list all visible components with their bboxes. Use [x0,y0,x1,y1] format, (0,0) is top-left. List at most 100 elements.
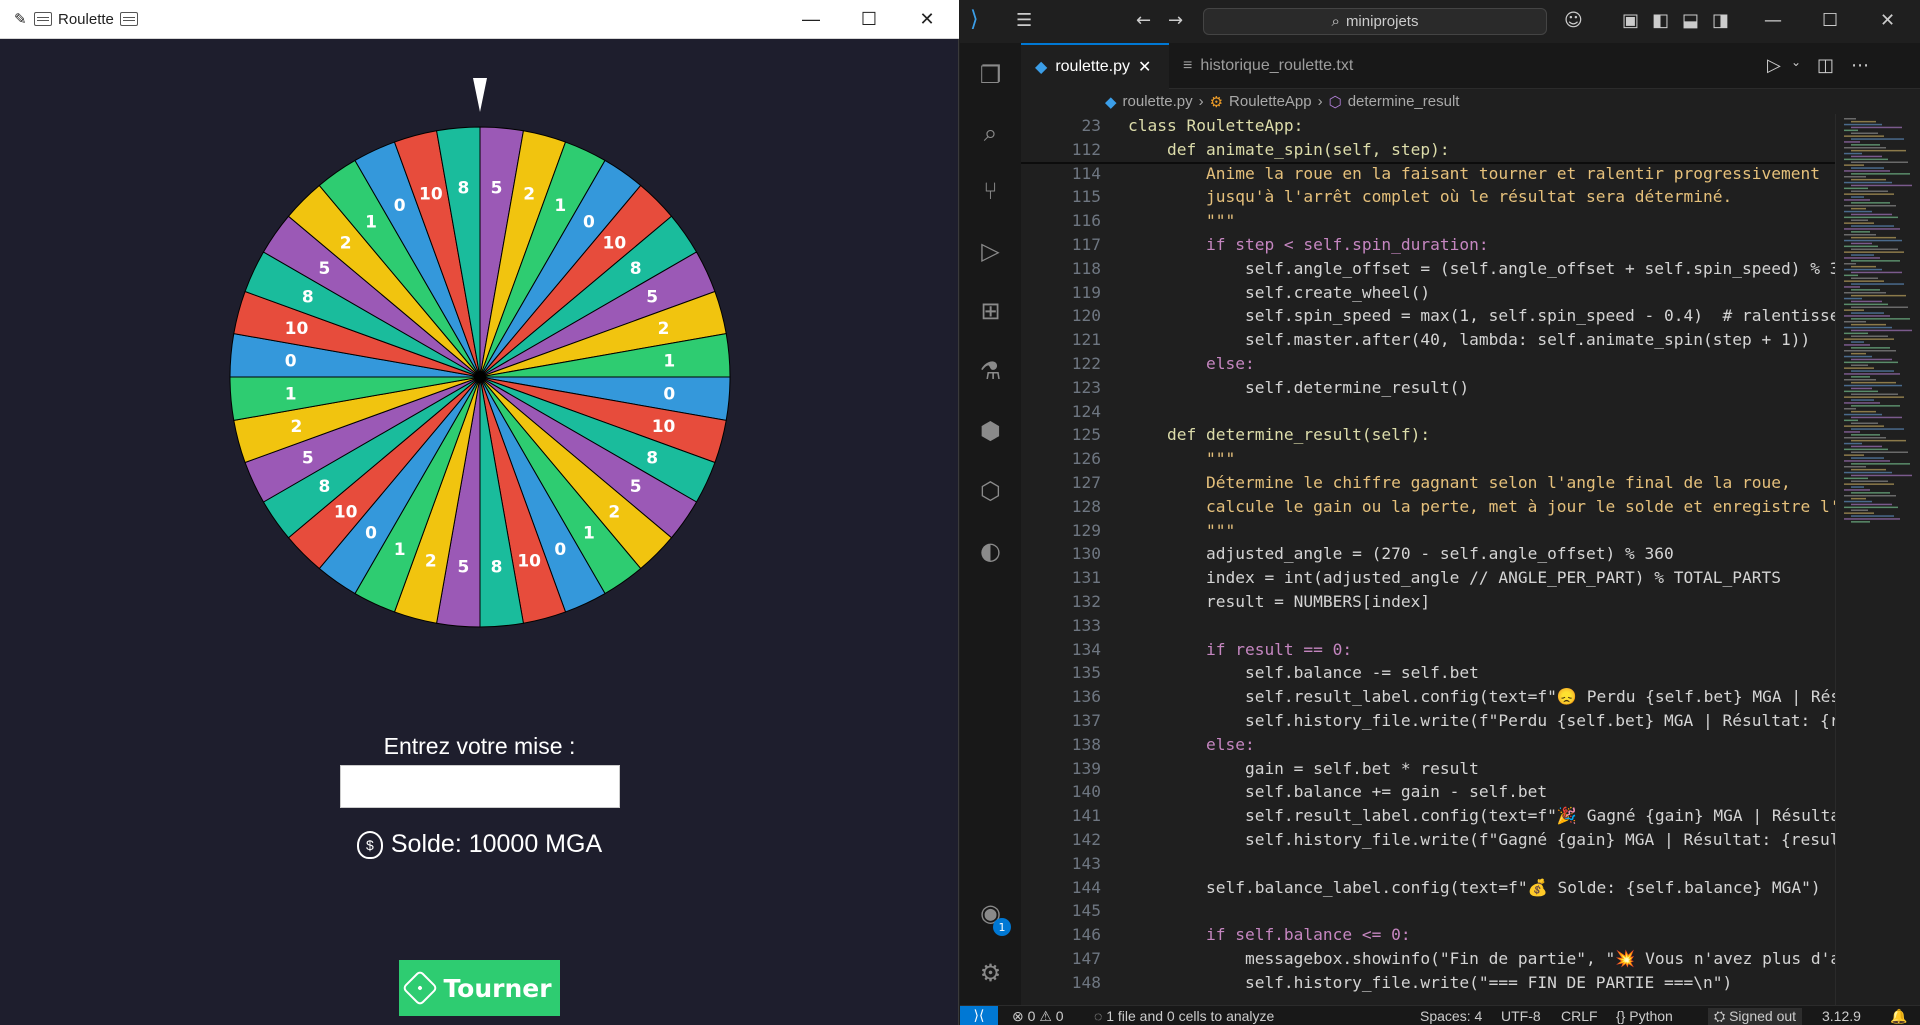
remote-explorer-icon[interactable]: ⬢ [960,406,1021,456]
code-editor[interactable]: 23 class RouletteApp: 112 def animate_spin… [1021,114,1835,1005]
maximize-button[interactable]: ☐ [1822,10,1838,31]
error-icon: ⊗ [1012,1008,1024,1024]
line-number: 148 [1071,972,1101,992]
account-status[interactable]: ⛭ Signed out [1708,1008,1803,1025]
minimap-line [1851,405,1900,407]
minimap-line [1844,170,1890,172]
run-dropdown-icon[interactable]: ⌄ [1791,55,1801,69]
line-number: 147 [1071,949,1101,968]
minimap-line [1844,367,1874,369]
minimap-line [1844,152,1862,155]
breadcrumb-class[interactable]: RouletteApp [1229,93,1312,110]
run-debug-icon[interactable]: ▷ [960,226,1021,276]
toggle-secondary-sidebar-icon[interactable]: ◨ [1712,10,1729,31]
bet-input[interactable] [340,765,620,808]
problems-indicator[interactable]: ⊗ 0 ⚠ 0 [1012,1008,1064,1025]
search-icon[interactable]: ⌕ [960,108,1021,158]
settings-gear-icon[interactable]: ⚙ [960,948,1021,998]
python-version[interactable]: 3.12.9 [1822,1008,1861,1024]
code-line: self.result_label.config(text=f"😞 Perdu … [1128,687,1835,707]
line-number: 127 [1071,473,1101,492]
testing-icon[interactable]: ⚗ [960,346,1021,396]
extensions-icon[interactable]: ⊞ [960,286,1021,336]
line-number: 126 [1071,449,1101,469]
minimap-line [1851,428,1904,430]
minimap-line [1851,173,1910,175]
end-of-line[interactable]: CRLF [1561,1008,1598,1024]
code-line: jusqu'à l'arrêt complet où le résultat s… [1128,187,1733,207]
search-icon: ⌕ [1331,13,1340,30]
code-line: if self.balance <= 0: [1128,925,1411,945]
minimap-line [1844,210,1872,213]
balance-display: $ Solde: 10000 MGA [0,830,959,859]
layout-icon[interactable]: ▣ [1622,10,1639,31]
sticky-scroll-line: def animate_spin(self, step): [1128,139,1450,159]
breadcrumb-file[interactable]: roulette.py [1123,93,1193,110]
minimap-line [1844,344,1870,346]
minimize-button[interactable]: — [782,0,840,39]
edge-devtools-icon[interactable]: ◐ [960,526,1021,576]
minimap-line [1844,495,1896,497]
run-python-icon[interactable]: ▷ [1767,55,1781,76]
code-line: if step < self.spin_duration: [1128,235,1489,254]
tab-roulette-py[interactable]: ◆ roulette.py ✕ [1021,43,1169,89]
python-file-icon: ◆ [1035,59,1048,76]
close-button[interactable]: ✕ [898,0,956,39]
sticky-scroll-shadow [1021,162,1835,164]
line-number: 23 [1081,116,1102,135]
minimap-line [1851,329,1912,332]
minimap[interactable] [1835,114,1920,1005]
copilot-icon[interactable]: ☺ [1564,10,1583,31]
slot-machine-icon [119,12,138,26]
money-bag-icon: $ [356,830,383,859]
minimap-line [1851,457,1884,459]
forward-arrow-icon[interactable]: → [1168,10,1183,31]
minimap-line [1851,312,1884,314]
language-mode[interactable]: {} Python [1616,1008,1673,1024]
minimize-button[interactable]: — [1764,10,1782,31]
maximize-button[interactable]: ☐ [840,0,898,39]
line-number: 141 [1071,806,1101,826]
toggle-sidebar-icon[interactable]: ◧ [1652,10,1669,31]
line-number: 143 [1071,853,1101,873]
minimap-line [1851,335,1888,337]
slot-machine-icon [34,12,52,26]
more-actions-icon[interactable]: ⋯ [1851,55,1869,76]
explorer-icon[interactable]: ❐ [960,50,1021,100]
minimap-line [1844,477,1868,480]
window-title: Roulette [58,10,114,28]
minimap-line [1844,309,1864,311]
minimap-line [1851,248,1898,250]
close-tab-icon[interactable]: ✕ [1138,57,1151,77]
breadcrumb-method[interactable]: determine_result [1348,93,1460,110]
close-button[interactable]: ✕ [1880,10,1895,31]
command-center-search[interactable]: ⌕ miniprojets [1203,8,1547,35]
minimap-line [1844,303,1888,306]
accounts-icon[interactable]: ◉ 1 [960,888,1021,938]
minimap-line [1851,393,1898,395]
minimap-line [1844,274,1858,277]
spin-button[interactable]: Tourner [399,960,560,1016]
notifications-bell-icon[interactable]: 🔔 [1890,1008,1907,1025]
line-number: 124 [1071,401,1101,421]
wheel-number-label: 5 [630,477,642,497]
code-line: self.master.after(40, lambda: self.anima… [1128,330,1811,350]
toggle-panel-icon[interactable]: ⬓ [1682,10,1699,31]
minimap-line [1844,164,1864,166]
back-arrow-icon[interactable]: ← [1136,10,1151,31]
analyze-status[interactable]: ◌ 1 file and 0 cells to analyze [1094,1008,1274,1024]
minimap-line [1851,225,1894,227]
minimap-line [1851,289,1880,291]
code-line: """ [1128,211,1236,231]
account-icon: ⛭ [1714,1008,1726,1024]
menu-icon[interactable]: ☰ [1016,10,1032,31]
live-share-icon[interactable]: ⬡ [960,466,1021,516]
minimap-line [1844,297,1862,300]
source-control-icon[interactable]: ⑂ [960,166,1021,216]
wheel-number-label: 2 [608,502,620,522]
tab-historique-roulette-txt[interactable]: ≡ historique_roulette.txt [1169,43,1367,89]
indentation[interactable]: Spaces: 4 [1420,1008,1482,1024]
split-editor-icon[interactable]: ◫ [1817,55,1834,76]
encoding[interactable]: UTF-8 [1501,1008,1541,1024]
remote-indicator-icon[interactable]: ⟩⟨ [960,1005,998,1025]
